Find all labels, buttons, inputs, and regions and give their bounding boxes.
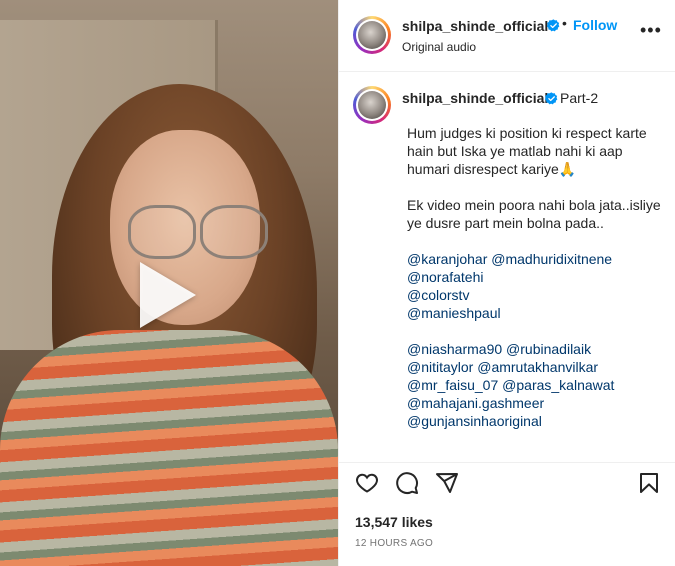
- caption-avatar[interactable]: [353, 86, 391, 124]
- comment-icon[interactable]: [395, 471, 419, 495]
- video-person-shirt: [0, 330, 338, 566]
- caption-paragraph: Ek video mein poora nahi bola jata..isli…: [407, 197, 661, 231]
- caption-username-link[interactable]: shilpa_shinde_official: [402, 90, 548, 106]
- mention-link[interactable]: @gunjansinhaoriginal: [407, 412, 669, 430]
- post-header: shilpa_shinde_official • Follow Original…: [339, 0, 675, 72]
- username-link[interactable]: shilpa_shinde_official: [402, 18, 548, 34]
- verified-badge-icon: [547, 19, 560, 32]
- mention-list: @karanjohar @madhuridixitnene @norafateh…: [407, 250, 669, 322]
- mention-link[interactable]: @mahajani.gashmeer: [407, 394, 669, 412]
- mention-link[interactable]: @rubinadilaik: [506, 341, 591, 357]
- post-timestamp[interactable]: 12 HOURS AGO: [355, 538, 433, 549]
- mention-link[interactable]: @madhuridixitnene: [491, 251, 612, 267]
- share-icon[interactable]: [435, 471, 459, 495]
- mention-link[interactable]: @nititaylor: [407, 359, 473, 375]
- post-card: shilpa_shinde_official • Follow Original…: [0, 0, 675, 566]
- mention-link[interactable]: @norafatehi: [407, 268, 669, 286]
- caption-tag: Part-2: [560, 90, 599, 106]
- mention-link[interactable]: @manieshpaul: [407, 304, 669, 322]
- video-glasses-right: [200, 205, 268, 259]
- more-options-icon[interactable]: •••: [640, 20, 662, 41]
- mention-link[interactable]: @mr_faisu_07: [407, 377, 498, 393]
- separator-dot: •: [562, 15, 567, 31]
- mention-link[interactable]: @amrutakhanvilkar: [477, 359, 598, 375]
- mention-link[interactable]: @niasharma90: [407, 341, 502, 357]
- bookmark-icon[interactable]: [637, 471, 661, 495]
- mention-link[interactable]: @karanjohar: [407, 251, 487, 267]
- verified-badge-icon: [545, 92, 558, 105]
- caption-paragraph: Hum judges ki position ki respect karte …: [407, 125, 647, 177]
- heart-icon[interactable]: [355, 471, 379, 495]
- video-glasses-left: [128, 205, 196, 259]
- play-icon[interactable]: [140, 262, 196, 328]
- follow-button[interactable]: Follow: [573, 17, 617, 33]
- avatar[interactable]: [353, 16, 391, 54]
- mention-link[interactable]: @colorstv: [407, 286, 669, 304]
- post-side-panel: shilpa_shinde_official • Follow Original…: [338, 0, 675, 566]
- action-bar: 13,547 likes 12 HOURS AGO: [339, 462, 675, 566]
- mention-link[interactable]: @paras_kalnawat: [502, 377, 614, 393]
- audio-link[interactable]: Original audio: [402, 40, 476, 54]
- video-player[interactable]: [0, 0, 338, 566]
- mention-list: @niasharma90 @rubinadilaik @nititaylor @…: [407, 340, 669, 430]
- like-count[interactable]: 13,547 likes: [355, 514, 433, 530]
- caption-text: Hum judges ki position ki respect karte …: [407, 124, 669, 430]
